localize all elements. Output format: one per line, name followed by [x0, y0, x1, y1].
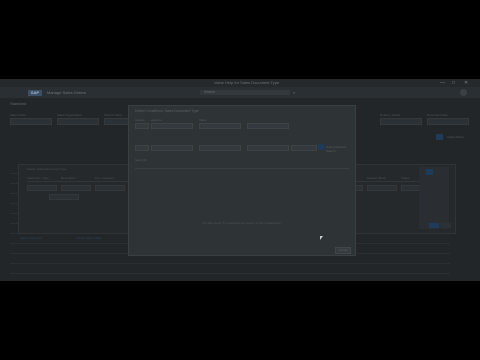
- items-count: Items (0): [135, 158, 147, 162]
- condition-input[interactable]: [247, 123, 289, 129]
- shell-search-input[interactable]: Search: [200, 90, 290, 95]
- app-title[interactable]: Manage Sales Orders: [47, 90, 86, 95]
- window-title: Value Help for Sales Document Type: [214, 80, 280, 85]
- column-filter-input[interactable]: [95, 185, 125, 191]
- search-go-button[interactable]: [318, 144, 324, 150]
- adapt-filters-button[interactable]: Adapt Filters: [447, 135, 464, 139]
- table-row[interactable]: [10, 274, 450, 281]
- dialog-cancel-label: Cancel: [338, 248, 348, 252]
- operator-select[interactable]: [151, 145, 193, 151]
- mouse-cursor-icon: [320, 236, 324, 241]
- field-label: Include: [135, 118, 145, 122]
- hide-advanced-search-link[interactable]: Hide Advanced Search: [326, 145, 355, 153]
- dialog-title: Define Conditions: Sales Document Type: [135, 109, 199, 113]
- column-filter-input[interactable]: [49, 194, 79, 200]
- operator-select[interactable]: [151, 123, 193, 129]
- filter-input[interactable]: [427, 118, 469, 125]
- filter-document-date: Document Date: [427, 113, 469, 125]
- value-help-ok-button[interactable]: [429, 223, 439, 228]
- table-row[interactable]: [10, 264, 450, 274]
- define-conditions-dialog: Define Conditions: Sales Document Type I…: [128, 105, 356, 256]
- shell-bar: SAP Manage Sales Orders Search ⌕: [0, 87, 480, 98]
- field-label: equal to: [151, 118, 162, 122]
- divider: [135, 168, 349, 169]
- value-input[interactable]: [199, 123, 241, 129]
- column-header[interactable]: Delivery Block: [367, 176, 386, 180]
- include-select[interactable]: [135, 145, 149, 151]
- filter-label: Document Date: [427, 113, 448, 117]
- filter-label: Delivery Status: [380, 113, 401, 117]
- column-filter-input[interactable]: [367, 185, 397, 191]
- filter-label: Sales Order: [10, 113, 27, 117]
- value-help-title: Select: Sales Document Type: [27, 167, 67, 171]
- filter-sales-order: Sales Order: [10, 113, 52, 125]
- value-help-cancel-button[interactable]: [441, 223, 451, 228]
- minimize-icon[interactable]: —: [440, 80, 445, 86]
- filter-label: Sales Organization: [57, 113, 83, 117]
- column-header[interactable]: Description: [61, 176, 76, 180]
- column-filter-input[interactable]: [27, 185, 57, 191]
- close-icon[interactable]: ✕: [464, 80, 468, 86]
- value-input[interactable]: [199, 145, 241, 151]
- results-count-link[interactable]: Sales Orders (0): [20, 236, 42, 240]
- create-order-link[interactable]: Create Sales Order: [76, 236, 102, 240]
- screen: Value Help for Sales Document Type — □ ✕…: [0, 79, 480, 281]
- variant-title[interactable]: Standard: [10, 101, 26, 106]
- condition-input[interactable]: [247, 145, 289, 151]
- filter-input[interactable]: [57, 118, 99, 125]
- window-titlebar: Value Help for Sales Document Type — □ ✕: [0, 79, 480, 87]
- search-icon[interactable]: ⌕: [293, 90, 295, 95]
- condition-input[interactable]: [291, 145, 317, 151]
- include-select[interactable]: [135, 123, 149, 129]
- sap-logo[interactable]: SAP: [28, 90, 42, 96]
- field-label: Value: [199, 118, 207, 122]
- filter-delivery-status: Delivery Status: [380, 113, 422, 125]
- avatar[interactable]: [460, 89, 467, 96]
- filter-input[interactable]: [380, 118, 422, 125]
- filter-sales-org: Sales Organization: [57, 113, 99, 125]
- column-header[interactable]: Status: [401, 176, 410, 180]
- value-help-side-panel: [419, 167, 449, 229]
- empty-state-text: No data found. Try adjusting the search …: [202, 221, 282, 225]
- filter-input[interactable]: [10, 118, 52, 125]
- value-help-go-button[interactable]: [426, 169, 433, 175]
- shell-search-placeholder: Search: [204, 90, 216, 94]
- column-header[interactable]: Sales Doc. Type: [27, 176, 49, 180]
- go-button[interactable]: [436, 134, 443, 140]
- column-filter-input[interactable]: [61, 185, 91, 191]
- maximize-icon[interactable]: □: [452, 80, 455, 86]
- column-header[interactable]: Doc. Category: [95, 176, 114, 180]
- dialog-cancel-button[interactable]: Cancel: [335, 247, 351, 254]
